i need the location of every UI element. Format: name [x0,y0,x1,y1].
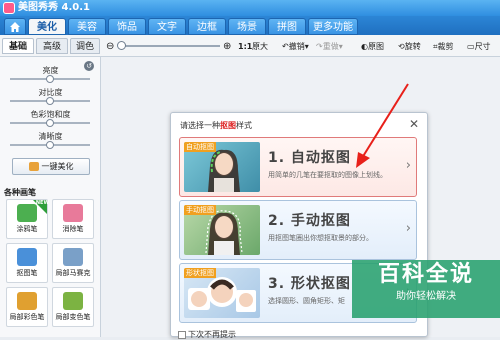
left-panel: ↺ 亮度 对比度 色彩饱和度 清晰度 一键美化 各种画笔 涂鸦笔 NEW 消除笔… [0,57,101,337]
original-icon: ◐ [361,42,368,51]
mosaic-brush-tool[interactable]: 局部马赛克 [52,243,94,283]
dropdown-icon: ▾ [304,42,309,51]
zoom-in-icon[interactable]: ⊕ [223,40,231,53]
redo-button[interactable]: ↷重做▾ [316,40,343,53]
manual-cutout-thumbnail: 手动抠图 [184,205,260,255]
doodle-brush-tool[interactable]: 涂鸦笔 NEW [6,199,49,239]
redo-icon: ↷ [316,42,323,51]
tab-accessories[interactable]: 饰品 [108,18,146,35]
dont-show-again-checkbox[interactable]: 下次不再提示 [178,329,236,340]
zoom-slider-knob[interactable] [117,41,126,50]
recolor-brush-tool[interactable]: 局部变色笔 [52,287,94,327]
rotate-button[interactable]: ⟲旋转 [398,40,421,53]
tab-collage[interactable]: 拼图 [268,18,306,35]
main-tab-bar: 美化 美容 饰品 文字 边框 场景 拼图 更多功能 [0,16,500,35]
tab-text[interactable]: 文字 [148,18,186,35]
option-manual-cutout[interactable]: 手动抠图 2. 手动抠图 用抠图笔圈出你想抠取景的部分。 › [179,200,417,260]
undo-icon: ↶ [282,42,289,51]
cutout-brush-tool[interactable]: 抠图笔 [6,243,48,283]
actual-size-label[interactable]: 1:1 [238,40,252,53]
undo-button[interactable]: ↶撤销▾ [282,40,309,53]
original-button[interactable]: ◐原图 [361,40,384,53]
checkbox-icon [178,330,186,339]
brushes-section-title: 各种画笔 [4,188,36,197]
eraser-icon [63,204,83,222]
actual-size-text[interactable]: 原大 [252,40,268,53]
shape-cutout-thumbnail: 形状抠图 [184,268,260,318]
brightness-knob[interactable] [46,75,54,83]
window-title: 美图秀秀 4.0.1 [18,2,90,13]
magic-wand-icon [28,162,39,171]
tab-beautify[interactable]: 美化 [28,18,66,35]
dialog-title: 请选择一种抠图样式 [180,121,252,130]
color-brush-icon [17,292,37,310]
annotation-arrow-icon [356,83,409,168]
recolor-icon [63,292,83,310]
tab-scenes[interactable]: 场景 [228,18,266,35]
tab-more[interactable]: 更多功能 [308,18,358,35]
tab-frames[interactable]: 边框 [188,18,226,35]
crop-button[interactable]: ⌗裁剪 [433,40,454,53]
subtab-basic[interactable]: 基础 [2,38,34,54]
mosaic-icon [63,248,83,266]
home-icon [10,22,20,32]
dropdown-icon-2: ▾ [338,42,343,51]
subtab-advanced[interactable]: 高级 [36,38,68,54]
saturation-knob[interactable] [46,119,54,127]
title-bar: 美图秀秀 4.0.1 [0,0,500,16]
home-tab[interactable] [4,18,26,35]
watermark: 百科全说 助你轻松解决 [352,260,500,318]
cutout-icon [17,248,37,266]
app-logo-icon [3,2,15,14]
auto-cutout-thumbnail: 自动抠图 [184,142,260,192]
resize-button[interactable]: ▭尺寸 [467,40,491,53]
contrast-knob[interactable] [46,97,54,105]
chevron-right-icon-2: › [405,221,411,236]
zoom-out-icon[interactable]: ⊖ [106,40,114,53]
resize-icon: ▭ [467,42,475,51]
toolbar: 基础 高级 调色 ⊖ ⊕ 1:1 原大 ↶撤销▾ ↷重做▾ ◐原图 ⟲旋转 ⌗裁… [0,35,500,57]
tab-beauty[interactable]: 美容 [68,18,106,35]
rotate-icon: ⟲ [398,42,405,51]
one-key-beautify-button[interactable]: 一键美化 [12,158,90,175]
eraser-brush-tool[interactable]: 消除笔 [52,199,94,239]
zoom-slider[interactable] [120,45,220,47]
color-brush-tool[interactable]: 局部彩色笔 [6,287,48,327]
sharpness-knob[interactable] [46,141,54,149]
subtab-color[interactable]: 调色 [70,38,100,54]
